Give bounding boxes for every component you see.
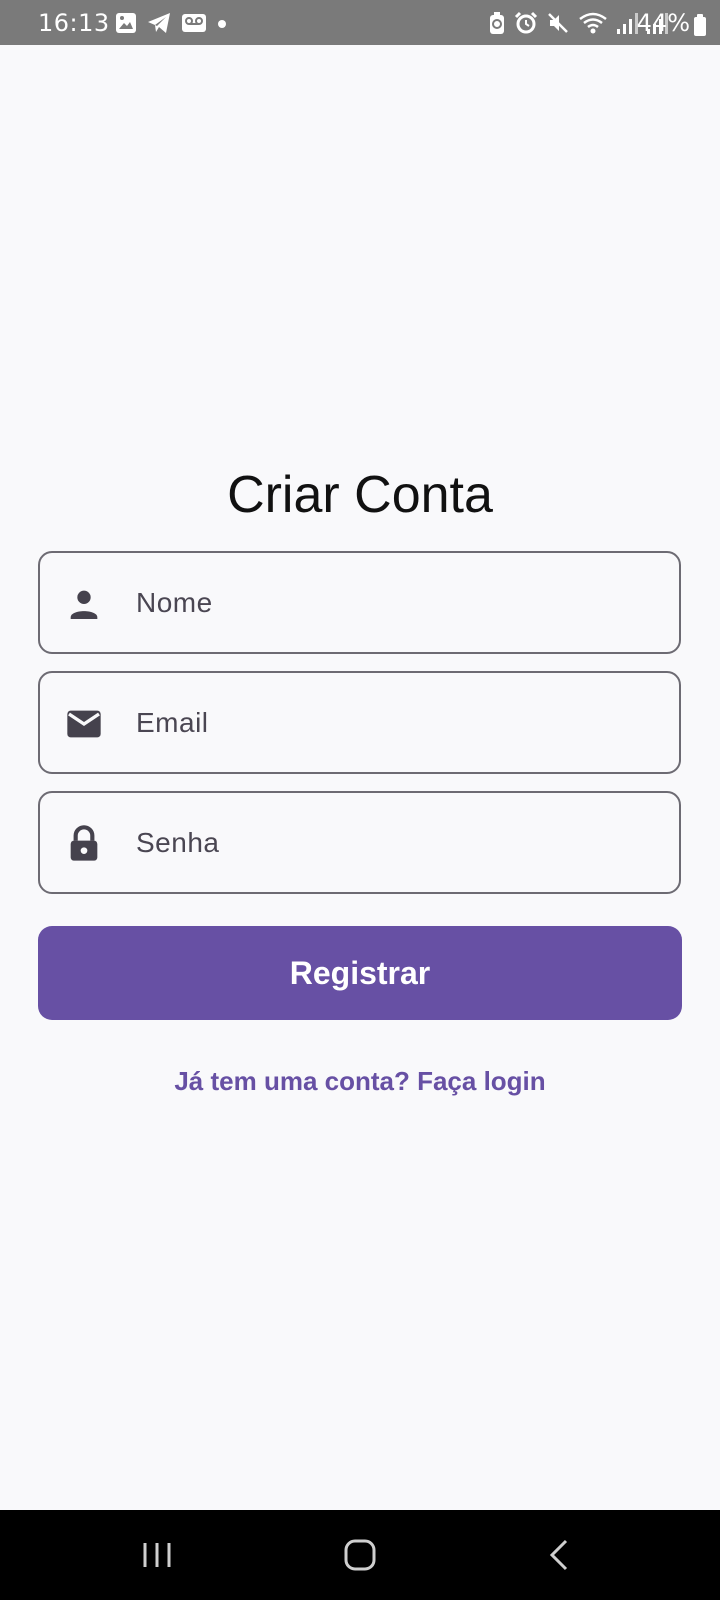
- login-link[interactable]: Já tem uma conta? Faça login: [0, 1066, 720, 1097]
- notification-icons: [115, 12, 227, 34]
- signal-icon: [617, 13, 638, 34]
- mute-icon: [548, 13, 568, 33]
- dot-icon: [218, 20, 226, 28]
- battery-saver-icon: [490, 12, 504, 34]
- gallery-icon: [116, 13, 136, 33]
- navigation-bar: [0, 1510, 720, 1600]
- telegram-icon: [148, 13, 170, 33]
- email-placeholder: Email: [136, 707, 209, 738]
- email-field[interactable]: Email: [38, 671, 681, 774]
- person-icon: [70, 590, 98, 619]
- page-title: Criar Conta: [227, 465, 493, 524]
- alarm-icon: [514, 11, 538, 34]
- password-field[interactable]: Senha: [38, 791, 681, 894]
- lock-icon: [70, 825, 98, 861]
- battery-level: 44%: [636, 9, 690, 37]
- home-icon[interactable]: [338, 1535, 382, 1575]
- recents-icon[interactable]: [135, 1535, 179, 1575]
- name-placeholder: Nome: [136, 587, 213, 618]
- voicemail-icon: [182, 14, 206, 32]
- password-placeholder: Senha: [136, 827, 220, 858]
- register-button[interactable]: Registrar: [38, 926, 682, 1020]
- status-bar: 16:13 44%: [0, 0, 720, 45]
- battery-icon: [694, 14, 706, 36]
- status-time: 16:13: [38, 9, 110, 37]
- back-icon[interactable]: [538, 1535, 582, 1575]
- mail-icon: [67, 710, 101, 738]
- wifi-icon: [579, 12, 607, 34]
- name-field[interactable]: Nome: [38, 551, 681, 654]
